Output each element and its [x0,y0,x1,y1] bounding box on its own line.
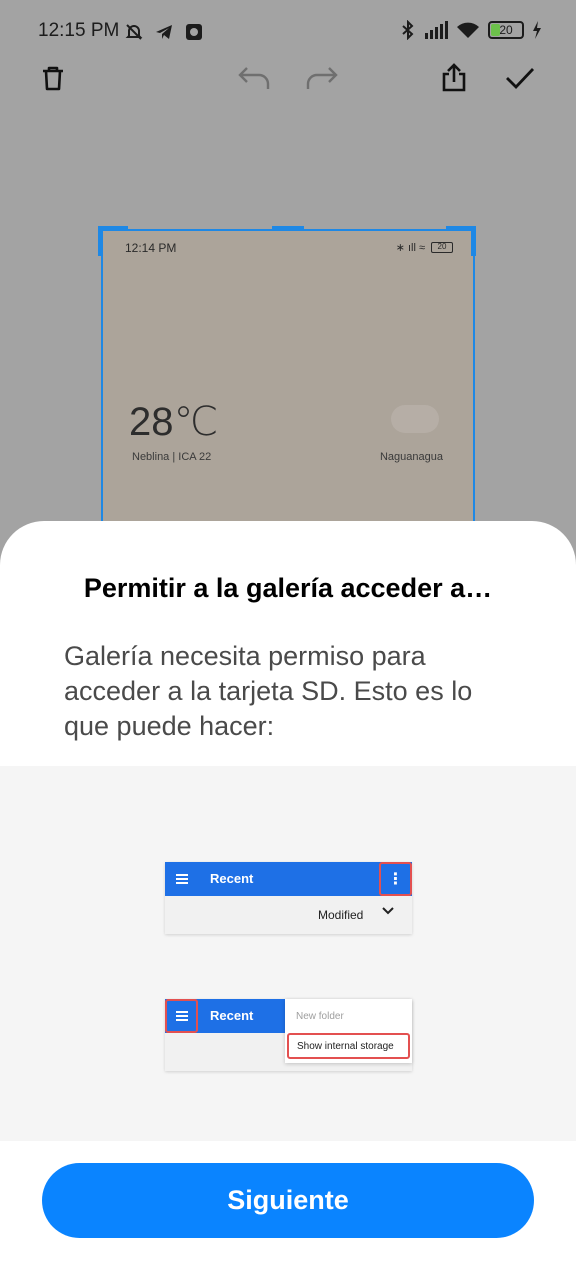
preview-time: 12:14 PM [125,241,177,255]
screen-record-icon [186,24,202,40]
crop-handle-right-top[interactable] [471,226,476,256]
status-time: 12:15 PM [38,20,120,41]
demo-menu-item-show-storage: Show internal storage [287,1033,410,1059]
demo-menu-item-new-folder: New folder [296,1011,344,1022]
preview-temperature: 28℃ [129,400,219,444]
status-notification-icons [124,22,204,42]
demo-step-1: Recent ⋮ Modified [165,862,412,934]
charging-icon [533,21,541,39]
undo-icon [238,67,270,89]
checkmark-icon [506,68,535,90]
instruction-illustration: Recent ⋮ Modified Recent New folder Show… [0,766,576,1141]
preview-battery-icon: 20 [431,242,453,253]
preview-signal-icon: ∗ ıll ≈ [395,242,425,254]
permission-sheet: Permitir a la galería acceder a… Galería… [0,521,576,1280]
more-options-icon: ⋮ [379,862,412,896]
bluetooth-icon [402,20,414,40]
demo-app-bar: Recent ⋮ [165,862,412,896]
demo-highlight-menu [165,999,198,1033]
demo-title: Recent [210,1008,254,1023]
redo-icon [306,67,338,89]
share-icon [442,63,466,92]
demo-sort-label: Modified [318,908,364,922]
trash-icon [43,66,63,91]
redo-button[interactable] [302,58,342,98]
next-button[interactable]: Siguiente [42,1163,534,1238]
sheet-title: Permitir a la galería acceder a… [83,573,493,603]
signal-icon [425,21,448,39]
crop-handle-top-center[interactable] [272,226,304,231]
undo-button[interactable] [234,58,274,98]
screenshot-preview[interactable]: 12:14 PM ∗ ıll ≈ 20 28℃ Neblina | ICA 22… [101,229,475,529]
muted-bell-icon [125,24,143,40]
status-bar: 12:15 PM 20 [0,14,576,50]
share-button[interactable] [434,58,474,98]
delete-button[interactable] [33,58,73,98]
telegram-icon [156,25,172,39]
preview-status-icons: ∗ ıll ≈ 20 [396,241,453,254]
status-system-icons: 20 [400,20,542,40]
wifi-icon [457,22,479,38]
demo-title: Recent [210,871,254,886]
preview-city: Naguanagua [379,451,443,463]
preview-cloud-icon [391,405,439,433]
battery-icon: 20 [488,21,524,39]
chevron-down-icon [382,907,394,915]
preview-condition: Neblina | ICA 22 [132,451,212,463]
demo-step-2: Recent New folder Show internal storage [165,999,412,1071]
crop-handle-left-top[interactable] [98,226,103,256]
done-button[interactable] [500,58,540,98]
sheet-description: Galería necesita permiso para acceder a … [64,641,473,741]
hamburger-icon [176,874,188,884]
demo-dropdown-menu: New folder Show internal storage [285,999,412,1063]
editor-toolbar [0,58,576,102]
